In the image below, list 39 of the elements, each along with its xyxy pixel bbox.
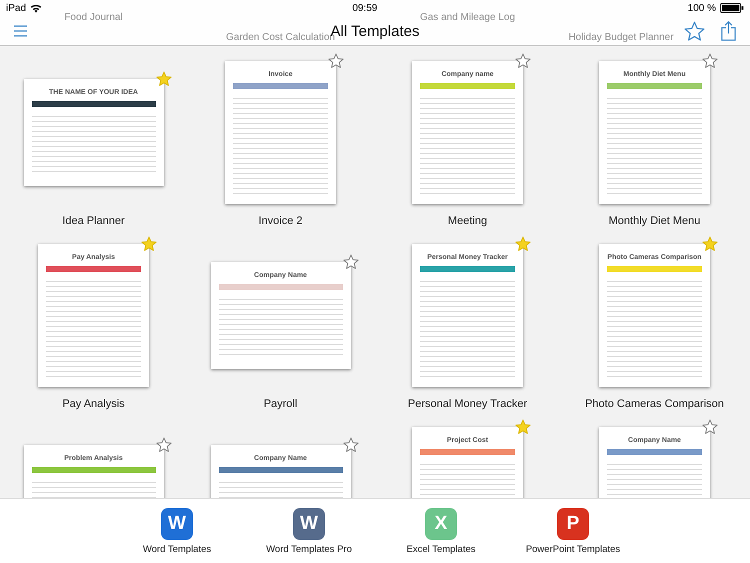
star-icon[interactable] [342,437,358,453]
app-tab[interactable]: P PowerPoint Templates [522,508,624,563]
menu-icon[interactable] [14,25,27,37]
template-name: Personal Money Tracker [408,398,528,410]
template-name: Payroll [264,398,298,410]
app-icon: W [293,508,325,540]
star-icon[interactable] [702,53,718,69]
star-icon[interactable] [684,20,705,42]
app-tab[interactable]: X Excel Templates [390,508,492,563]
star-icon[interactable] [328,53,344,69]
wifi-icon [30,4,42,12]
star-icon[interactable] [515,236,531,252]
status-time: 09:59 [352,2,378,14]
template-name: Food Journal [64,12,123,23]
battery-icon [720,3,744,13]
star-icon[interactable] [156,437,172,453]
template-name: Monthly Diet Menu [608,215,700,227]
template-name: Meeting [448,215,488,227]
star-icon[interactable] [515,53,531,69]
star-icon[interactable] [515,419,531,435]
star-icon[interactable] [702,236,718,252]
star-icon[interactable] [342,254,358,270]
device-name: iPad [6,2,26,14]
app-icon: P [557,508,589,540]
app-icon: W [161,508,193,540]
template-name: Invoice 2 [258,215,303,227]
star-icon[interactable] [156,71,172,87]
template-name: Pay Analysis [62,398,125,410]
app-tab[interactable]: W Word Templates Pro [258,508,360,563]
template-name: Idea Planner [62,215,125,227]
app-icon: X [425,508,457,540]
template-name: Photo Cameras Comparison [585,398,724,410]
star-icon[interactable] [141,236,157,252]
template-name: Holiday Budget Planner [568,32,674,43]
template-name: Gas and Mileage Log [420,12,516,23]
app-tab[interactable]: W Word Templates [126,508,228,563]
star-icon[interactable] [702,419,718,435]
share-icon[interactable] [721,21,736,41]
battery-percent: 100 % [688,2,716,14]
